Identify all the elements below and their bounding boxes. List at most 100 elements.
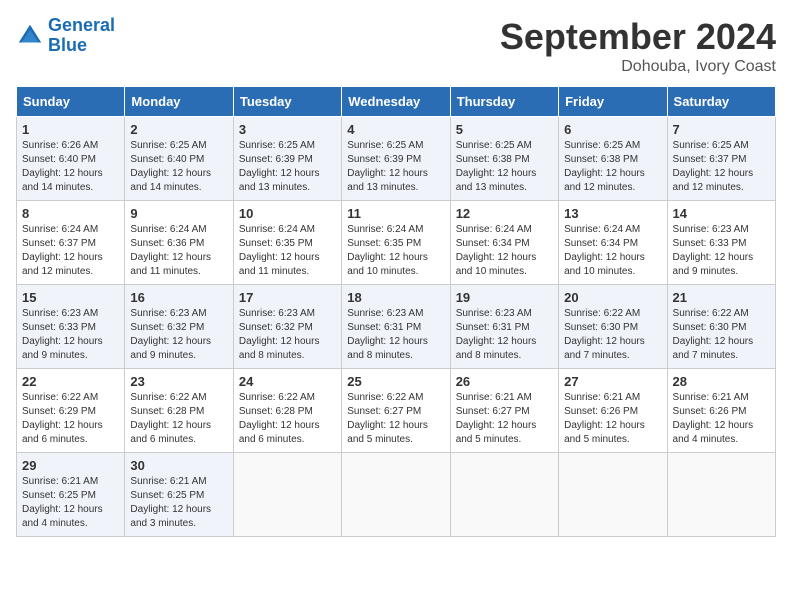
- calendar-week-row: 15 Sunrise: 6:23 AM Sunset: 6:33 PM Dayl…: [17, 285, 776, 369]
- day-info: Sunrise: 6:23 AM Sunset: 6:31 PM Dayligh…: [456, 307, 553, 363]
- day-info: Sunrise: 6:23 AM Sunset: 6:33 PM Dayligh…: [22, 307, 119, 363]
- daylight-minutes: and 8 minutes.: [239, 350, 305, 361]
- daylight-label: Daylight: 12 hours: [22, 504, 103, 515]
- sunrise-label: Sunrise: 6:24 AM: [564, 224, 640, 235]
- sunrise-label: Sunrise: 6:21 AM: [22, 476, 98, 487]
- sunset-label: Sunset: 6:26 PM: [673, 406, 747, 417]
- day-info: Sunrise: 6:24 AM Sunset: 6:35 PM Dayligh…: [239, 223, 336, 279]
- day-info: Sunrise: 6:22 AM Sunset: 6:30 PM Dayligh…: [564, 307, 661, 363]
- calendar-day-cell: [450, 453, 558, 537]
- calendar-day-cell: 11 Sunrise: 6:24 AM Sunset: 6:35 PM Dayl…: [342, 201, 450, 285]
- daylight-label: Daylight: 12 hours: [22, 252, 103, 263]
- calendar-day-cell: 18 Sunrise: 6:23 AM Sunset: 6:31 PM Dayl…: [342, 285, 450, 369]
- day-number: 29: [22, 458, 119, 473]
- daylight-label: Daylight: 12 hours: [456, 252, 537, 263]
- sunset-label: Sunset: 6:26 PM: [564, 406, 638, 417]
- day-number: 26: [456, 374, 553, 389]
- sunrise-label: Sunrise: 6:23 AM: [239, 308, 315, 319]
- calendar-day-cell: 12 Sunrise: 6:24 AM Sunset: 6:34 PM Dayl…: [450, 201, 558, 285]
- sunrise-label: Sunrise: 6:25 AM: [456, 140, 532, 151]
- daylight-minutes: and 5 minutes.: [347, 434, 413, 445]
- day-info: Sunrise: 6:25 AM Sunset: 6:38 PM Dayligh…: [564, 139, 661, 195]
- header: General Blue September 2024 Dohouba, Ivo…: [16, 16, 776, 76]
- daylight-label: Daylight: 12 hours: [239, 168, 320, 179]
- calendar-header-row: SundayMondayTuesdayWednesdayThursdayFrid…: [17, 87, 776, 117]
- sunrise-label: Sunrise: 6:21 AM: [456, 392, 532, 403]
- calendar-day-cell: [667, 453, 775, 537]
- title-area: September 2024 Dohouba, Ivory Coast: [500, 16, 776, 76]
- daylight-minutes: and 9 minutes.: [130, 350, 196, 361]
- daylight-minutes: and 13 minutes.: [456, 182, 527, 193]
- sunset-label: Sunset: 6:25 PM: [22, 490, 96, 501]
- day-info: Sunrise: 6:21 AM Sunset: 6:27 PM Dayligh…: [456, 391, 553, 447]
- sunrise-label: Sunrise: 6:24 AM: [239, 224, 315, 235]
- day-number: 25: [347, 374, 444, 389]
- sunrise-label: Sunrise: 6:22 AM: [347, 392, 423, 403]
- logo: General Blue: [16, 16, 115, 56]
- day-info: Sunrise: 6:23 AM Sunset: 6:32 PM Dayligh…: [130, 307, 227, 363]
- sunset-label: Sunset: 6:38 PM: [456, 154, 530, 165]
- sunset-label: Sunset: 6:31 PM: [347, 322, 421, 333]
- daylight-minutes: and 8 minutes.: [347, 350, 413, 361]
- sunset-label: Sunset: 6:39 PM: [347, 154, 421, 165]
- daylight-label: Daylight: 12 hours: [239, 252, 320, 263]
- day-number: 8: [22, 206, 119, 221]
- daylight-label: Daylight: 12 hours: [130, 252, 211, 263]
- day-number: 17: [239, 290, 336, 305]
- day-info: Sunrise: 6:21 AM Sunset: 6:25 PM Dayligh…: [130, 475, 227, 531]
- weekday-header: Friday: [559, 87, 667, 117]
- sunset-label: Sunset: 6:34 PM: [456, 238, 530, 249]
- calendar-day-cell: [342, 453, 450, 537]
- daylight-minutes: and 6 minutes.: [239, 434, 305, 445]
- sunrise-label: Sunrise: 6:24 AM: [456, 224, 532, 235]
- day-info: Sunrise: 6:24 AM Sunset: 6:34 PM Dayligh…: [564, 223, 661, 279]
- day-number: 1: [22, 122, 119, 137]
- calendar-day-cell: 26 Sunrise: 6:21 AM Sunset: 6:27 PM Dayl…: [450, 369, 558, 453]
- daylight-label: Daylight: 12 hours: [130, 336, 211, 347]
- calendar-day-cell: 29 Sunrise: 6:21 AM Sunset: 6:25 PM Dayl…: [17, 453, 125, 537]
- day-number: 24: [239, 374, 336, 389]
- sunrise-label: Sunrise: 6:24 AM: [130, 224, 206, 235]
- daylight-label: Daylight: 12 hours: [22, 168, 103, 179]
- daylight-minutes: and 11 minutes.: [130, 266, 200, 277]
- day-number: 15: [22, 290, 119, 305]
- daylight-label: Daylight: 12 hours: [456, 420, 537, 431]
- sunset-label: Sunset: 6:35 PM: [347, 238, 421, 249]
- calendar-day-cell: 17 Sunrise: 6:23 AM Sunset: 6:32 PM Dayl…: [233, 285, 341, 369]
- sunset-label: Sunset: 6:32 PM: [239, 322, 313, 333]
- calendar-day-cell: 24 Sunrise: 6:22 AM Sunset: 6:28 PM Dayl…: [233, 369, 341, 453]
- sunset-label: Sunset: 6:27 PM: [347, 406, 421, 417]
- daylight-label: Daylight: 12 hours: [673, 168, 754, 179]
- day-number: 14: [673, 206, 770, 221]
- sunset-label: Sunset: 6:29 PM: [22, 406, 96, 417]
- calendar-day-cell: 7 Sunrise: 6:25 AM Sunset: 6:37 PM Dayli…: [667, 117, 775, 201]
- calendar-day-cell: 20 Sunrise: 6:22 AM Sunset: 6:30 PM Dayl…: [559, 285, 667, 369]
- calendar-day-cell: 21 Sunrise: 6:22 AM Sunset: 6:30 PM Dayl…: [667, 285, 775, 369]
- month-title: September 2024: [500, 16, 776, 58]
- day-info: Sunrise: 6:24 AM Sunset: 6:35 PM Dayligh…: [347, 223, 444, 279]
- weekday-header: Tuesday: [233, 87, 341, 117]
- day-info: Sunrise: 6:23 AM Sunset: 6:33 PM Dayligh…: [673, 223, 770, 279]
- daylight-minutes: and 6 minutes.: [130, 434, 196, 445]
- sunrise-label: Sunrise: 6:23 AM: [347, 308, 423, 319]
- sunrise-label: Sunrise: 6:24 AM: [347, 224, 423, 235]
- calendar-day-cell: 8 Sunrise: 6:24 AM Sunset: 6:37 PM Dayli…: [17, 201, 125, 285]
- sunset-label: Sunset: 6:31 PM: [456, 322, 530, 333]
- daylight-minutes: and 10 minutes.: [456, 266, 527, 277]
- daylight-label: Daylight: 12 hours: [22, 420, 103, 431]
- sunset-label: Sunset: 6:30 PM: [673, 322, 747, 333]
- daylight-minutes: and 7 minutes.: [673, 350, 739, 361]
- sunrise-label: Sunrise: 6:22 AM: [673, 308, 749, 319]
- day-info: Sunrise: 6:25 AM Sunset: 6:38 PM Dayligh…: [456, 139, 553, 195]
- daylight-label: Daylight: 12 hours: [347, 252, 428, 263]
- day-info: Sunrise: 6:25 AM Sunset: 6:39 PM Dayligh…: [347, 139, 444, 195]
- daylight-label: Daylight: 12 hours: [239, 336, 320, 347]
- calendar-week-row: 8 Sunrise: 6:24 AM Sunset: 6:37 PM Dayli…: [17, 201, 776, 285]
- weekday-header: Thursday: [450, 87, 558, 117]
- calendar-day-cell: 27 Sunrise: 6:21 AM Sunset: 6:26 PM Dayl…: [559, 369, 667, 453]
- daylight-minutes: and 8 minutes.: [456, 350, 522, 361]
- day-info: Sunrise: 6:21 AM Sunset: 6:26 PM Dayligh…: [564, 391, 661, 447]
- sunrise-label: Sunrise: 6:22 AM: [239, 392, 315, 403]
- sunrise-label: Sunrise: 6:26 AM: [22, 140, 98, 151]
- weekday-header: Monday: [125, 87, 233, 117]
